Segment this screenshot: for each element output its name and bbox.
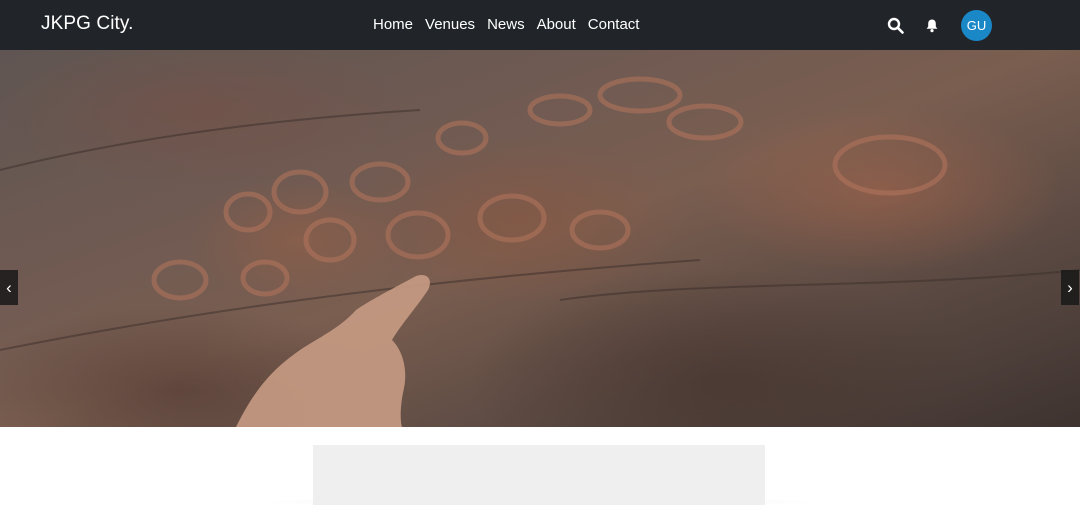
nav-link-venues[interactable]: Venues [425,15,475,34]
notifications-button[interactable] [921,14,943,36]
user-avatar[interactable]: GU [961,10,992,41]
carousel-prev-button[interactable]: ‹ [0,270,18,305]
nav-link-about[interactable]: About [537,15,576,34]
carousel-next-button[interactable]: › [1061,270,1079,305]
nav-link-contact[interactable]: Contact [588,15,640,34]
search-button[interactable] [884,14,906,36]
nav-link-home[interactable]: Home [373,15,413,34]
content-card [313,445,765,505]
hero-carousel: ‹ › [0,50,1080,427]
nav-links: Home Venues News About Contact [373,15,639,34]
hero-image [0,76,1080,427]
search-icon [887,17,904,34]
navbar: JKPG City. Home Venues News About Contac… [0,0,1080,50]
bell-icon [926,19,938,32]
brand-logo[interactable]: JKPG City. [41,13,134,35]
nav-link-news[interactable]: News [487,15,525,34]
